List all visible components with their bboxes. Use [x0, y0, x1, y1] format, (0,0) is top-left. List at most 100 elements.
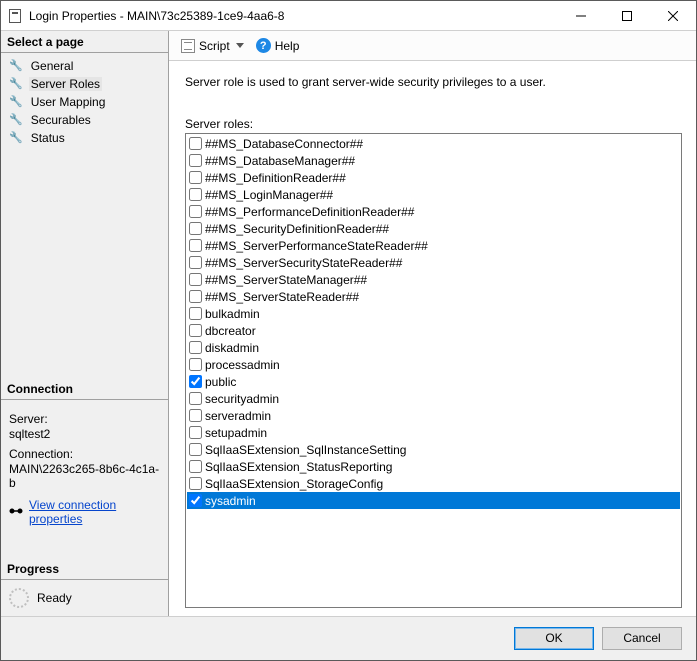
titlebar: Login Properties - MAIN\73c25389-1ce9-4a…	[1, 1, 696, 31]
role-item[interactable]: public	[187, 373, 680, 390]
role-name: ##MS_SecurityDefinitionReader##	[205, 222, 389, 236]
connection-heading: Connection	[1, 378, 168, 400]
role-checkbox[interactable]	[189, 137, 202, 150]
role-checkbox[interactable]	[189, 494, 202, 507]
role-checkbox[interactable]	[189, 324, 202, 337]
chevron-down-icon	[236, 43, 244, 48]
role-item[interactable]: SqlIaaSExtension_StatusReporting	[187, 458, 680, 475]
role-item[interactable]: ##MS_ServerStateReader##	[187, 288, 680, 305]
connection-label: Connection:	[9, 447, 162, 461]
role-item[interactable]: ##MS_DefinitionReader##	[187, 169, 680, 186]
role-item[interactable]: ##MS_ServerStateManager##	[187, 271, 680, 288]
role-name: ##MS_DatabaseManager##	[205, 154, 355, 168]
role-item[interactable]: processadmin	[187, 356, 680, 373]
role-checkbox[interactable]	[189, 205, 202, 218]
role-checkbox[interactable]	[189, 341, 202, 354]
role-item[interactable]: bulkadmin	[187, 305, 680, 322]
role-checkbox[interactable]	[189, 307, 202, 320]
minimize-button[interactable]	[558, 1, 604, 30]
role-checkbox[interactable]	[189, 239, 202, 252]
role-item[interactable]: ##MS_PerformanceDefinitionReader##	[187, 203, 680, 220]
sidebar-item-general[interactable]: 🔧 General	[1, 57, 168, 75]
role-item[interactable]: ##MS_SecurityDefinitionReader##	[187, 220, 680, 237]
role-checkbox[interactable]	[189, 443, 202, 456]
role-name: SqlIaaSExtension_SqlInstanceSetting	[205, 443, 406, 457]
role-item[interactable]: SqlIaaSExtension_SqlInstanceSetting	[187, 441, 680, 458]
sidebar-item-server-roles[interactable]: 🔧 Server Roles	[1, 75, 168, 93]
role-item[interactable]: SqlIaaSExtension_StorageConfig	[187, 475, 680, 492]
sidebar-item-label: Status	[29, 131, 67, 145]
role-checkbox[interactable]	[189, 426, 202, 439]
role-name: SqlIaaSExtension_StatusReporting	[205, 460, 392, 474]
role-checkbox[interactable]	[189, 171, 202, 184]
role-checkbox[interactable]	[189, 273, 202, 286]
role-checkbox[interactable]	[189, 477, 202, 490]
role-checkbox[interactable]	[189, 392, 202, 405]
help-icon: ?	[256, 38, 271, 53]
wrench-icon: 🔧	[9, 61, 23, 72]
role-name: ##MS_LoginManager##	[205, 188, 333, 202]
sidebar-item-user-mapping[interactable]: 🔧User Mapping	[1, 93, 168, 111]
role-name: ##MS_ServerSecurityStateReader##	[205, 256, 402, 270]
roles-label: Server roles:	[185, 117, 682, 131]
server-roles-list[interactable]: ##MS_DatabaseConnector## ##MS_DatabaseMan…	[185, 133, 682, 608]
role-checkbox[interactable]	[189, 188, 202, 201]
main-panel: Script ? Help Server role is used to gra…	[169, 31, 696, 616]
help-button[interactable]: ? Help	[252, 36, 304, 55]
role-item[interactable]: ##MS_LoginManager##	[187, 186, 680, 203]
maximize-button[interactable]	[604, 1, 650, 30]
wrench-icon: 🔧	[9, 115, 23, 126]
role-item[interactable]: securityadmin	[187, 390, 680, 407]
app-icon	[9, 9, 21, 23]
role-item[interactable]: setupadmin	[187, 424, 680, 441]
role-name: ##MS_ServerStateReader##	[205, 290, 359, 304]
progress-spinner-icon	[9, 588, 29, 608]
role-checkbox[interactable]	[189, 222, 202, 235]
cancel-button[interactable]: Cancel	[602, 627, 682, 650]
sidebar-item-label: Securables	[29, 113, 93, 127]
role-name: securityadmin	[205, 392, 279, 406]
script-button[interactable]: Script	[177, 37, 248, 55]
sidebar-item-label: Server Roles	[29, 77, 102, 91]
role-name: dbcreator	[205, 324, 256, 338]
role-name: diskadmin	[205, 341, 259, 355]
role-item[interactable]: ##MS_ServerSecurityStateReader##	[187, 254, 680, 271]
view-connection-properties-link[interactable]: View connection properties	[29, 498, 162, 526]
role-checkbox[interactable]	[189, 460, 202, 473]
role-item[interactable]: dbcreator	[187, 322, 680, 339]
role-name: ##MS_DatabaseConnector##	[205, 137, 363, 151]
role-checkbox[interactable]	[189, 290, 202, 303]
sidebar-item-label: General	[29, 59, 76, 73]
server-label: Server:	[9, 412, 162, 426]
role-checkbox[interactable]	[189, 409, 202, 422]
role-checkbox[interactable]	[189, 154, 202, 167]
role-name: ##MS_ServerPerformanceStateReader##	[205, 239, 428, 253]
toolbar: Script ? Help	[169, 31, 696, 61]
role-name: bulkadmin	[205, 307, 260, 321]
role-item[interactable]: ##MS_DatabaseManager##	[187, 152, 680, 169]
role-item[interactable]: ##MS_ServerPerformanceStateReader##	[187, 237, 680, 254]
sidebar-item-securables[interactable]: 🔧 Securables	[1, 111, 168, 129]
ok-button[interactable]: OK	[514, 627, 594, 650]
role-name: ##MS_DefinitionReader##	[205, 171, 346, 185]
role-checkbox[interactable]	[189, 256, 202, 269]
wrench-icon: 🔧	[9, 97, 23, 108]
role-name: ##MS_PerformanceDefinitionReader##	[205, 205, 414, 219]
sidebar: Select a page 🔧General🔧Server Roles🔧User…	[1, 31, 169, 616]
role-item[interactable]: serveradmin	[187, 407, 680, 424]
role-item[interactable]: sysadmin	[187, 492, 680, 509]
window-title: Login Properties - MAIN\73c25389-1ce9-4a…	[29, 9, 558, 23]
wrench-icon: 🔧	[9, 133, 23, 144]
role-item[interactable]: ##MS_DatabaseConnector##	[187, 135, 680, 152]
sidebar-item-status[interactable]: 🔧 Status	[1, 129, 168, 147]
role-checkbox[interactable]	[189, 358, 202, 371]
close-button[interactable]	[650, 1, 696, 30]
wrench-icon: 🔧	[9, 79, 23, 90]
role-name: public	[205, 375, 236, 389]
role-item[interactable]: diskadmin	[187, 339, 680, 356]
progress-heading: Progress	[1, 558, 168, 580]
connection-value: MAIN\2263c265-8b6c-4c1a-b	[9, 462, 162, 490]
footer: OK Cancel	[1, 616, 696, 660]
role-checkbox[interactable]	[189, 375, 202, 388]
page-list: 🔧General🔧Server Roles🔧User Mapping🔧Secur…	[1, 53, 168, 151]
